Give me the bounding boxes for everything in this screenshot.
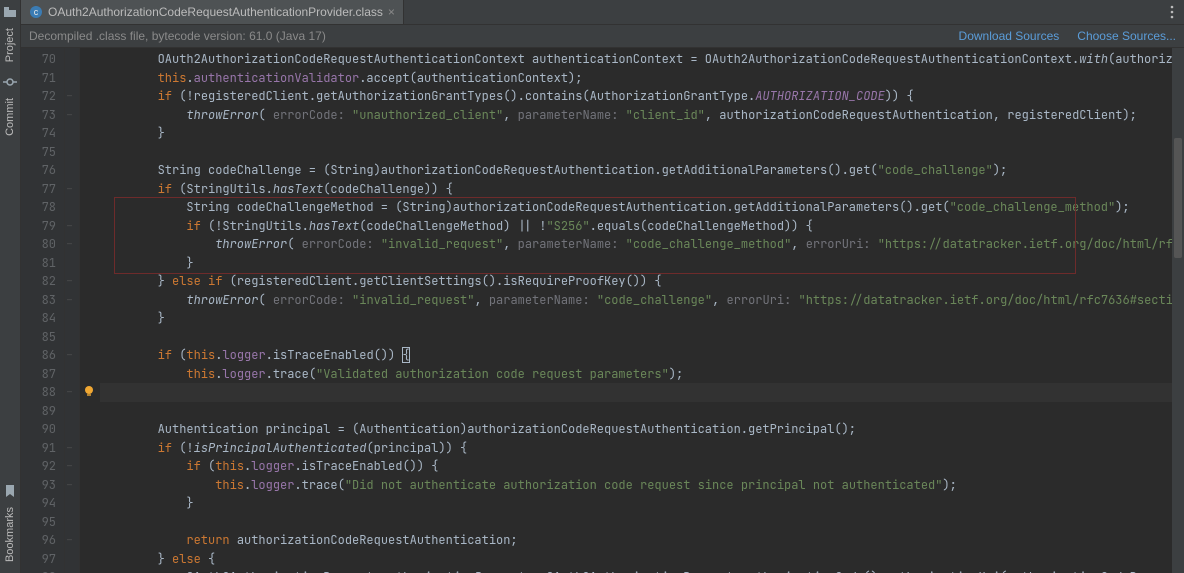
close-icon[interactable]: × — [388, 5, 395, 19]
commit-icon[interactable] — [3, 75, 17, 89]
code-content[interactable]: OAuth2AuthorizationCodeRequestAuthentica… — [100, 48, 1172, 573]
fold-gutter: ‒‒‒‒‒‒‒‒‒‒‒‒‒ — [65, 48, 80, 573]
intention-bulb-icon[interactable] — [82, 384, 96, 398]
decompiled-banner: Decompiled .class file, bytecode version… — [21, 25, 1184, 48]
bookmarks-tool-label[interactable]: Bookmarks — [3, 501, 17, 568]
line-number-gutter: 70 71 72 73 74 75 76 77 78 79 80 81 82 8… — [21, 48, 65, 573]
project-tool-label[interactable]: Project — [3, 22, 17, 68]
download-sources-link[interactable]: Download Sources — [959, 29, 1060, 43]
project-icon[interactable] — [3, 5, 17, 19]
bookmarks-icon[interactable] — [3, 484, 17, 498]
svg-text:c: c — [34, 7, 39, 17]
commit-tool-label[interactable]: Commit — [3, 92, 17, 142]
banner-text: Decompiled .class file, bytecode version… — [29, 29, 326, 43]
code-editor[interactable]: 70 71 72 73 74 75 76 77 78 79 80 81 82 8… — [21, 48, 1184, 573]
choose-sources-link[interactable]: Choose Sources... — [1077, 29, 1176, 43]
java-class-icon: c — [29, 5, 43, 19]
editor-tabs: c OAuth2AuthorizationCodeRequestAuthenti… — [21, 0, 1184, 25]
vertical-scrollbar[interactable] — [1172, 48, 1184, 573]
editor-tab[interactable]: c OAuth2AuthorizationCodeRequestAuthenti… — [21, 0, 404, 24]
tab-filename: OAuth2AuthorizationCodeRequestAuthentica… — [48, 5, 383, 19]
tab-options-icon[interactable] — [1160, 0, 1184, 24]
icon-gutter — [80, 48, 100, 573]
left-tool-strip: Project Commit Bookmarks — [0, 0, 21, 573]
scrollbar-thumb[interactable] — [1174, 138, 1182, 258]
